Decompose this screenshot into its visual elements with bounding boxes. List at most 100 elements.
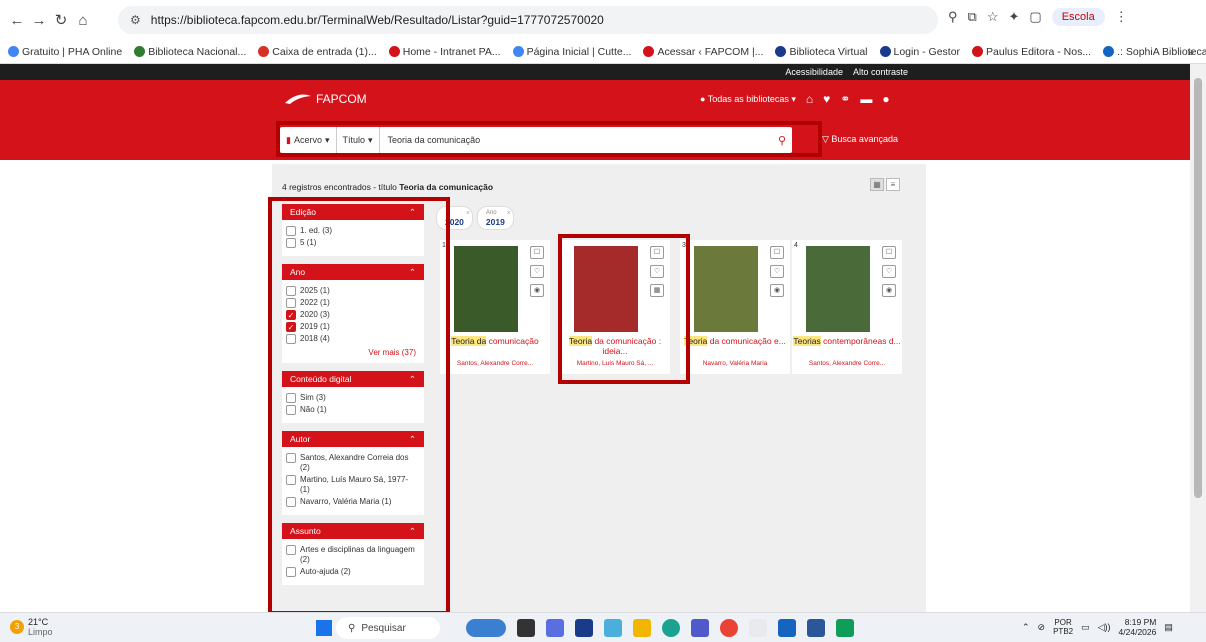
favorite-icon[interactable]: ♡ <box>530 265 544 278</box>
title-rest: comunicação <box>488 336 539 346</box>
fapcom-logo[interactable]: FAPCOM <box>284 92 367 106</box>
bookmark-icon[interactable]: ☐ <box>882 246 896 259</box>
graduation-icon[interactable]: ▬ <box>860 92 872 106</box>
result-author[interactable]: Navarro, Valéria Maria <box>680 360 790 367</box>
shelf-icon[interactable]: ⌂ <box>806 92 813 106</box>
site-settings-icon[interactable]: ⚙ <box>130 13 141 27</box>
reload-icon[interactable]: ↻ <box>50 11 72 29</box>
bookmark-item[interactable]: Caixa de entrada (1)... <box>258 46 377 58</box>
forward-icon[interactable]: → <box>28 12 50 29</box>
cast-icon[interactable]: ⧉ <box>968 9 977 25</box>
bookmark-item[interactable]: Biblioteca Virtual <box>775 46 868 58</box>
bookmark-icon[interactable]: ☐ <box>530 246 544 259</box>
title-rest: da comunicação e... <box>709 336 786 346</box>
photos-icon[interactable] <box>604 619 622 637</box>
home-icon[interactable]: ⌂ <box>72 12 94 29</box>
snipping-icon[interactable] <box>836 619 854 637</box>
list-view-icon[interactable]: ≡ <box>886 178 900 191</box>
bookmarks-overflow-button[interactable]: » <box>1187 45 1194 59</box>
globe-icon[interactable]: ◉ <box>530 284 544 297</box>
weather-widget[interactable]: 3 21°C Limpo <box>10 617 53 637</box>
facets-highlight-box <box>268 197 450 612</box>
chevron-up-icon[interactable]: ⌃ <box>1022 622 1030 633</box>
result-author[interactable]: Santos, Alexandre Corre... <box>792 360 902 367</box>
taskbar-search[interactable]: ⚲ Pesquisar <box>336 617 440 639</box>
menu-icon[interactable]: ⋮ <box>1115 9 1128 25</box>
bookmark-icon[interactable]: ☐ <box>770 246 784 259</box>
file-explorer-icon[interactable] <box>633 619 651 637</box>
favorite-icon[interactable]: ♡ <box>882 265 896 278</box>
network-off-icon[interactable]: ⊘ <box>1038 622 1046 633</box>
tab-icon[interactable]: ▢ <box>1029 9 1041 25</box>
library-selector[interactable]: ● Todas as bibliotecas ▾ <box>700 94 796 105</box>
filter-chip[interactable]: Ano 2019 × <box>476 206 514 230</box>
accessibility-link[interactable]: Acessibilidade <box>785 67 843 77</box>
user-icon[interactable]: ● <box>882 92 889 106</box>
weather-status: Limpo <box>28 627 53 637</box>
result-title[interactable]: Teoria da comunicação e... <box>680 336 790 346</box>
link-icon[interactable]: ⚭ <box>840 92 850 106</box>
display-icon[interactable]: ▭ <box>1081 622 1090 633</box>
high-contrast-link[interactable]: Alto contraste <box>853 67 908 77</box>
task-view-icon[interactable] <box>517 619 535 637</box>
taskbar: 3 21°C Limpo ⚲ Pesquisar ⌃ ⊘ POR PTB2 ▭ ◁))… <box>0 612 1206 642</box>
bookmark-star-icon[interactable]: ☆ <box>987 9 999 25</box>
book-cover[interactable] <box>454 246 518 332</box>
back-icon[interactable]: ← <box>6 12 28 29</box>
windows-start-icon[interactable] <box>316 620 332 636</box>
widget-icon[interactable] <box>466 619 506 637</box>
url-text: https://biblioteca.fapcom.edu.br/Termina… <box>150 13 604 27</box>
result-title[interactable]: Teorias contemporâneas d... <box>792 336 902 346</box>
address-bar[interactable]: ⚙ https://biblioteca.fapcom.edu.br/Termi… <box>118 6 938 34</box>
book-cover[interactable] <box>806 246 870 332</box>
chrome-icon[interactable] <box>720 619 738 637</box>
advanced-search-link[interactable]: ▽ Busca avançada <box>822 134 898 145</box>
profile-button[interactable]: Escola <box>1051 8 1105 26</box>
language-indicator[interactable]: POR PTB2 <box>1053 618 1073 636</box>
teams-icon[interactable] <box>691 619 709 637</box>
result-author[interactable]: Santos, Alexandre Corre... <box>440 360 550 367</box>
edge-icon[interactable] <box>662 619 680 637</box>
bookmark-favicon-icon <box>1103 46 1115 57</box>
extensions-icon[interactable]: ✦ <box>1008 9 1019 25</box>
result-card[interactable]: 1 ☐ ♡ ◉ Teoria da comunicação Santos, Alexand… <box>440 240 550 374</box>
page-scrollbar[interactable] <box>1190 64 1206 612</box>
word-icon[interactable] <box>807 619 825 637</box>
bookmark-item[interactable]: Biblioteca Nacional... <box>134 46 246 58</box>
bookmark-item[interactable]: Login - Gestor <box>879 45 961 58</box>
temperature: 21°C <box>28 617 49 627</box>
globe-icon[interactable]: ◉ <box>882 284 896 297</box>
favorite-icon[interactable]: ♡ <box>770 265 784 278</box>
search-icon: ⚲ <box>348 622 356 634</box>
bookmark-item[interactable]: Gratuito | PHA Online <box>8 46 122 58</box>
result-card[interactable]: 4 ☐ ♡ ◉ Teorias contemporâneas d... Santos, A… <box>792 240 902 374</box>
remove-chip-icon[interactable]: × <box>466 209 470 218</box>
bookmark-item[interactable]: Acessar ‹ FAPCOM |... <box>643 46 763 58</box>
logo-swoosh-icon <box>285 94 311 104</box>
library-app-icon[interactable] <box>778 619 796 637</box>
result-card[interactable]: 3 ☐ ♡ ◉ Teoria da comunicação e... Navarro, V… <box>680 240 790 374</box>
title-highlight: Teorias <box>793 336 821 346</box>
grid-view-icon[interactable]: ▦ <box>870 178 884 191</box>
bookmark-item[interactable]: Paulus Editora - Nos... <box>972 46 1091 58</box>
notifications-icon[interactable]: ▤ <box>1164 622 1173 633</box>
bookmark-favicon-icon <box>972 46 984 57</box>
bookmark-favicon-icon <box>512 46 524 57</box>
bookmark-item[interactable]: Página Inicial | Cutte... <box>512 46 631 58</box>
scroll-thumb[interactable] <box>1194 78 1202 498</box>
bookmark-label: Biblioteca Nacional... <box>148 45 247 58</box>
weather-sun-icon: 3 <box>10 620 24 634</box>
volume-icon[interactable]: ◁)) <box>1098 622 1111 633</box>
result-title[interactable]: Teoria da comunicação <box>440 336 550 346</box>
globe-icon[interactable]: ◉ <box>770 284 784 297</box>
remove-chip-icon[interactable]: × <box>507 209 511 218</box>
favorites-icon[interactable]: ♥ <box>823 92 830 106</box>
call-icon[interactable] <box>749 619 767 637</box>
bookmark-item[interactable]: Home - Intranet PA... <box>388 46 501 58</box>
meet-icon[interactable] <box>546 619 564 637</box>
book-cover[interactable] <box>694 246 758 332</box>
clock[interactable]: 8:19 PM 4/24/2026 <box>1119 617 1157 637</box>
zoom-icon[interactable]: ⚲ <box>948 9 958 25</box>
bookmark-label: Login - Gestor <box>893 45 961 58</box>
store-icon[interactable] <box>575 619 593 637</box>
